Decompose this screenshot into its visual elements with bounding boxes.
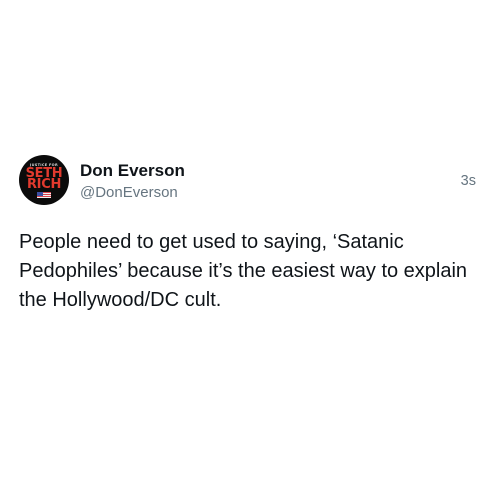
avatar[interactable]: JUSTICE FOR SETH RICH	[19, 155, 69, 205]
post-timestamp: 3s	[460, 173, 476, 189]
flag-icon	[37, 191, 51, 198]
author-display-name[interactable]: Don Everson	[80, 161, 185, 181]
author-handle[interactable]: @DonEverson	[80, 184, 178, 201]
post-text: People need to get used to saying, ‘Sata…	[19, 231, 468, 311]
avatar-line-2: RICH	[26, 176, 62, 192]
post-card: JUSTICE FOR SETH RICH Don Everson @DonEv…	[0, 0, 495, 500]
